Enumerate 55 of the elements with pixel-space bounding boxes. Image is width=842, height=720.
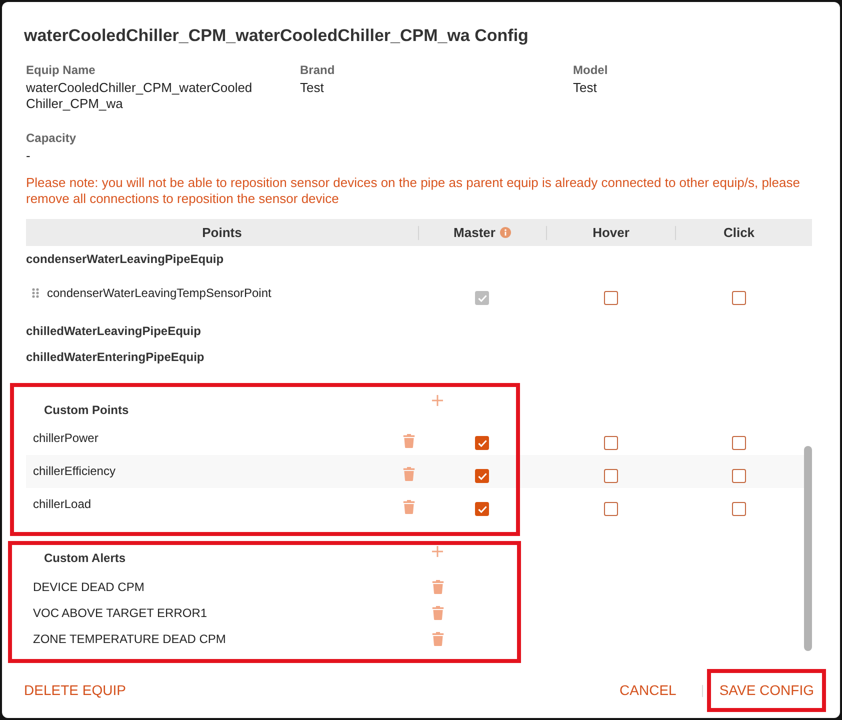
- checkbox[interactable]: [475, 469, 489, 483]
- checkmark-icon: [478, 440, 486, 446]
- trash-icon[interactable]: [403, 467, 415, 481]
- field-label: Brand: [300, 62, 336, 78]
- save-button[interactable]: SAVE CONFIG: [707, 669, 826, 712]
- checkbox[interactable]: [475, 436, 489, 450]
- point-name: condenserWaterLeavingTempSensorPoint: [47, 285, 272, 301]
- custom-point-name: chillerLoad: [33, 496, 92, 512]
- section-title: Custom Alerts: [44, 551, 126, 565]
- column-header: Click: [723, 224, 755, 242]
- trash-icon[interactable]: [432, 580, 444, 594]
- plus-icon[interactable]: [432, 395, 443, 406]
- info-icon[interactable]: [500, 227, 512, 238]
- field-value: Test: [573, 80, 598, 96]
- checkmark-icon: [478, 472, 486, 480]
- trash-icon[interactable]: [432, 606, 444, 620]
- scrollbar-thumb[interactable]: [804, 446, 812, 651]
- section-title: Custom Points: [44, 403, 129, 417]
- cancel-button[interactable]: CANCEL: [608, 669, 688, 712]
- column-header: Hover: [592, 224, 630, 242]
- column-header: Master: [454, 224, 496, 242]
- field-value: Test: [300, 80, 325, 96]
- checkbox[interactable]: [475, 502, 489, 516]
- drag-handle-icon[interactable]: [32, 288, 39, 298]
- checkbox[interactable]: [732, 291, 746, 305]
- trash-icon[interactable]: [432, 632, 444, 646]
- group-name: condenserWaterLeavingPipeEquip: [26, 252, 224, 266]
- checkbox[interactable]: [732, 436, 746, 450]
- checkbox[interactable]: [604, 502, 618, 516]
- delete-button[interactable]: DELETE EQUIP: [12, 669, 138, 712]
- trash-icon[interactable]: [403, 434, 415, 448]
- alert-name: DEVICE DEAD CPM: [33, 579, 144, 595]
- alert-name: VOC ABOVE TARGET ERROR1: [33, 605, 208, 621]
- group-name: chilledWaterEnteringPipeEquip: [26, 350, 204, 364]
- warning-text: Please note: you will not be able to reposition sensor devices on the pipe as parent equip is already connected to other equip/s, please remove all connections to reposition the sensor device: [26, 175, 802, 207]
- plus-icon[interactable]: [432, 546, 443, 557]
- checkmark-icon: [478, 506, 486, 512]
- column-header: Points: [202, 224, 242, 242]
- trash-icon[interactable]: [403, 500, 415, 514]
- custom-point-name: chillerEfficiency: [33, 463, 116, 479]
- checkmark-icon: [478, 294, 486, 302]
- checkbox[interactable]: [604, 436, 618, 450]
- alert-name: ZONE TEMPERATURE DEAD CPM: [33, 631, 226, 647]
- checkbox[interactable]: [604, 469, 618, 483]
- custom-point-name: chillerPower: [33, 430, 98, 446]
- checkbox[interactable]: [604, 291, 618, 305]
- checkbox[interactable]: [732, 502, 746, 516]
- field-value: -: [26, 148, 32, 164]
- field-value: waterCooledChiller_CPM_waterCooledChiller_CPM_wa: [26, 80, 254, 112]
- checkbox[interactable]: [732, 469, 746, 483]
- field-label: Capacity: [26, 130, 78, 146]
- field-label: Model: [573, 62, 609, 78]
- group-name: chilledWaterLeavingPipeEquip: [26, 324, 201, 338]
- dialog-title: waterCooledChiller_CPM_waterCooledChiller_CPM_wa Config: [23, 25, 530, 47]
- field-label: Equip Name: [26, 62, 96, 78]
